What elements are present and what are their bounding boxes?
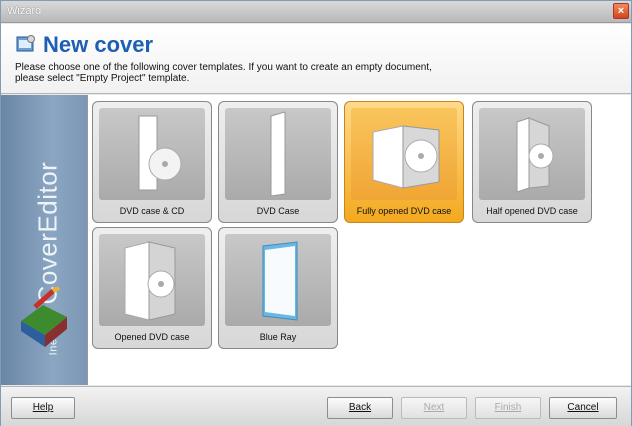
cancel-button[interactable]: Cancel [549,397,617,419]
template-label: Blue Ray [259,332,297,342]
brand-name: CoverEditor [32,161,63,305]
new-cover-icon [16,35,35,52]
fully-opened-dvd-case-icon [372,125,440,189]
template-label: Fully opened DVD case [356,206,452,216]
back-button[interactable]: Back [327,397,393,419]
next-button[interactable]: Next [401,397,467,419]
page-title: New cover [43,32,154,57]
wizard-header: New cover Please choose one of the follo… [1,24,631,94]
blue-ray-preview [225,234,331,326]
template-opened-dvd-case[interactable]: Opened DVD case [92,227,212,349]
dvd-case-icon [270,111,286,197]
wizard-footer: Help Back Next Finish Cancel [1,386,631,426]
template-blue-ray[interactable]: Blue Ray [218,227,338,349]
template-label: DVD Case [256,206,300,216]
dvd-case-cd-icon [138,115,182,191]
finish-button[interactable]: Finish [475,397,541,419]
template-label: Opened DVD case [114,332,190,342]
template-fully-opened-dvd-case[interactable]: Fully opened DVD case [344,101,464,223]
template-half-opened-dvd-case[interactable]: Half opened DVD case [472,101,592,223]
window-title: Wizard [7,5,42,17]
half-opened-dvd-case-preview [479,108,585,200]
help-button[interactable]: Help [11,397,75,419]
half-opened-dvd-case-icon [516,117,554,193]
wizard-window: Wizard × New cover Please choose one of … [0,0,632,426]
dvd-case-cd-preview [99,108,205,200]
template-gallery: DVD case & CD DVD Case Fully opened DVD … [87,95,631,385]
opened-dvd-case-preview [99,234,205,326]
title-bar[interactable]: Wizard × [1,1,631,23]
opened-dvd-case-icon [124,241,176,321]
brand-icon [21,287,67,347]
dvd-case-preview [225,108,331,200]
template-label: DVD case & CD [119,206,185,216]
blue-ray-icon [262,241,298,321]
page-description: Please choose one of the following cover… [15,62,432,84]
brand-sidebar: Ineosoft CoverEditor [1,95,87,385]
fully-opened-dvd-case-preview [351,108,457,200]
template-label: Half opened DVD case [486,206,578,216]
template-dvd-case[interactable]: DVD Case [218,101,338,223]
template-dvd-case-cd[interactable]: DVD case & CD [92,101,212,223]
close-icon[interactable]: × [613,3,629,19]
